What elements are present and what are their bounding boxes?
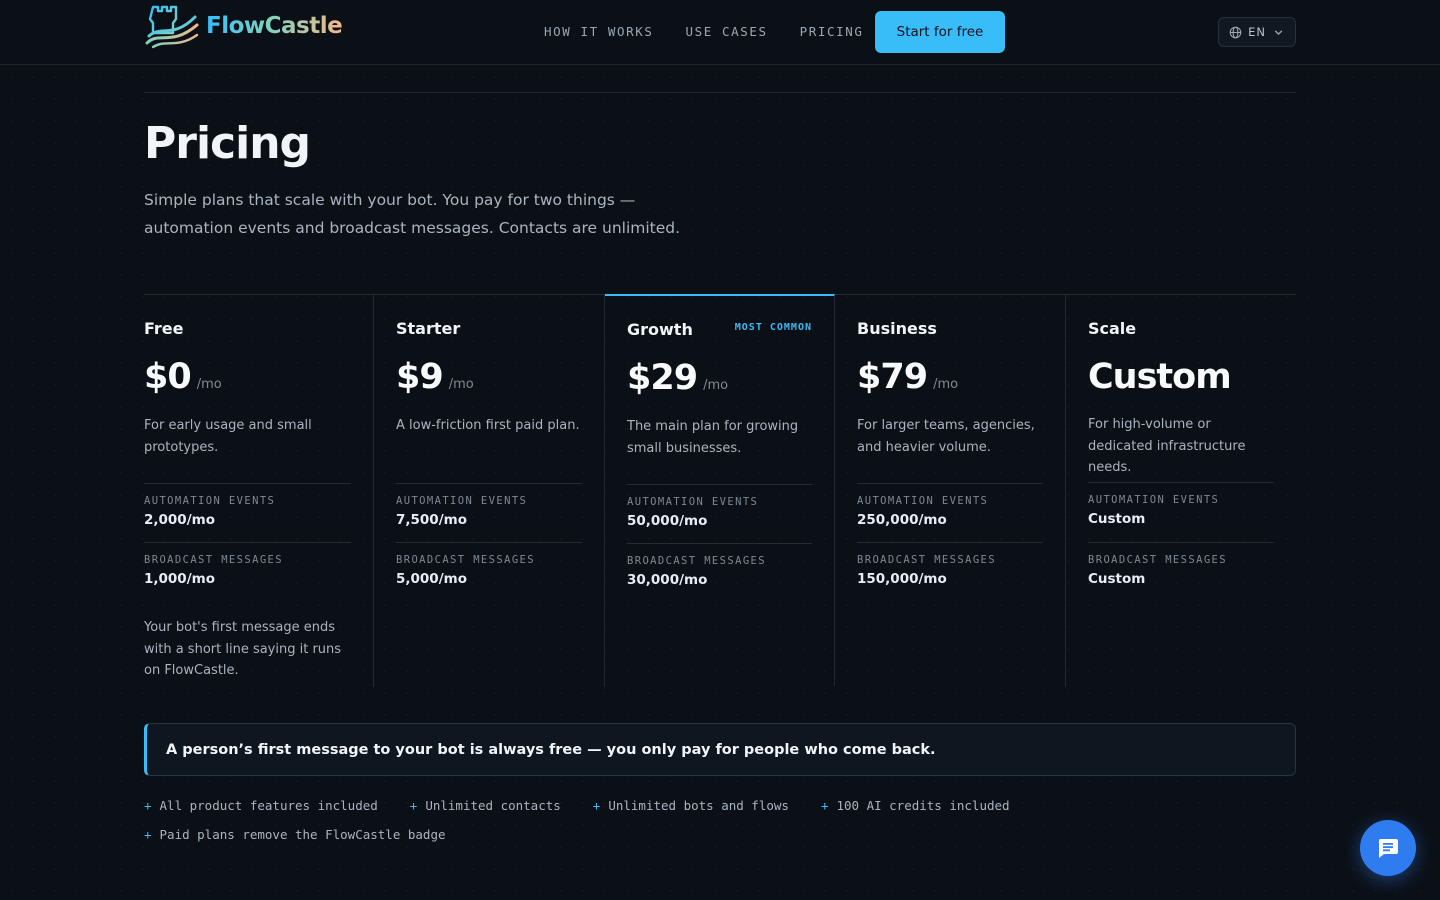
chat-bubble-icon [1378,839,1398,858]
metric-value: Custom [1088,511,1146,527]
plan-card-business: Business $79 /mo For larger teams, agenc… [835,295,1066,687]
price-period: /mo [196,377,222,392]
plan-name: Free [144,319,184,338]
metric-value: 150,000/mo [857,571,947,587]
metric-value: 50,000/mo [627,513,708,529]
page-subtitle: Simple plans that scale with your bot. Y… [144,191,681,237]
plan-card-starter: Starter $9 /mo A low-friction first paid… [374,295,605,687]
plan-price: $9 /mo [396,357,474,397]
metric-label: AUTOMATION EVENTS [857,495,989,507]
plan-price: $0 /mo [144,357,222,397]
plus-icon: + [592,798,601,813]
castle-logo-icon [145,5,199,49]
top-navigation-bar: FlowCastle HOW IT WORKS USE CASES PRICIN… [0,0,1440,65]
automation-events-metric: AUTOMATION EVENTS Custom [1088,482,1274,527]
plan-note: Your bot's first message ends with a sho… [144,620,342,678]
automation-events-metric: AUTOMATION EVENTS 7,500/mo [396,483,582,528]
plan-description: For high-volume or dedicated infrastruct… [1088,417,1246,475]
plus-icon: + [820,798,829,813]
metric-value: Custom [1088,571,1146,587]
plan-name: Growth [627,320,693,339]
main-nav: HOW IT WORKS USE CASES PRICING [544,24,864,39]
feature-item: + All product features included [144,797,378,814]
plan-description: For early usage and small prototypes. [144,418,312,455]
metric-value: 1,000/mo [144,571,215,587]
plus-icon: + [409,798,418,813]
feature-item: + Unlimited contacts [410,797,561,814]
included-features-list: + All product features included + Unlimi… [144,797,1044,843]
price-amount: $29 [627,358,698,398]
metric-label: BROADCAST MESSAGES [627,555,766,567]
plan-name: Starter [396,319,461,338]
nav-link-use-cases[interactable]: USE CASES [686,24,768,39]
chat-widget-button[interactable] [1360,820,1416,876]
brand-name: FlowCastle [206,13,343,39]
feature-label: Unlimited contacts [425,798,561,813]
plus-icon: + [144,798,152,813]
metric-value: 2,000/mo [144,512,215,528]
plan-price: $29 /mo [627,358,728,398]
metric-value: 30,000/mo [627,572,708,588]
broadcast-messages-metric: BROADCAST MESSAGES 5,000/mo [396,542,582,587]
automation-events-metric: AUTOMATION EVENTS 250,000/mo [857,483,1043,528]
metric-label: AUTOMATION EVENTS [144,495,276,507]
language-selector[interactable]: EN [1218,17,1296,47]
metric-value: 5,000/mo [396,571,467,587]
plan-card-free: Free $0 /mo For early usage and small pr… [144,295,374,687]
plus-icon: + [144,827,152,842]
metric-label: BROADCAST MESSAGES [396,554,535,566]
broadcast-messages-metric: BROADCAST MESSAGES Custom [1088,542,1274,587]
price-amount: $0 [144,357,192,397]
automation-events-metric: AUTOMATION EVENTS 50,000/mo [627,484,812,529]
feature-item: + 100 AI credits included [821,797,1010,814]
plan-name: Scale [1088,319,1137,338]
plan-price: $79 /mo [857,357,958,397]
metric-value: 250,000/mo [857,512,947,528]
section-divider [144,92,1296,93]
price-amount: $79 [857,357,928,397]
plan-description: A low-friction first paid plan. [396,418,580,433]
feature-label: Unlimited bots and flows [608,798,789,813]
pricing-plans: Free $0 /mo For early usage and small pr… [144,294,1296,687]
brand-logo[interactable]: FlowCastle [145,3,343,49]
plan-price: Custom [1088,357,1232,397]
metric-label: AUTOMATION EVENTS [396,495,528,507]
price-amount: Custom [1088,357,1232,397]
globe-icon [1229,26,1242,38]
nav-link-how-it-works[interactable]: HOW IT WORKS [544,24,654,39]
feature-label: 100 AI credits included [836,798,1010,813]
plan-name: Business [857,319,937,338]
language-label: EN [1248,25,1266,39]
price-period: /mo [703,378,729,393]
metric-label: BROADCAST MESSAGES [144,554,283,566]
feature-item: + Unlimited bots and flows [593,797,789,814]
price-amount: $9 [396,357,444,397]
most-common-badge: MOST COMMON [734,322,812,333]
broadcast-messages-metric: BROADCAST MESSAGES 1,000/mo [144,542,351,587]
metric-label: AUTOMATION EVENTS [627,496,759,508]
feature-label: All product features included [159,798,378,813]
nav-link-pricing[interactable]: PRICING [800,24,864,39]
plan-description: The main plan for growing small business… [627,419,799,456]
chevron-down-icon [1274,29,1283,35]
broadcast-messages-metric: BROADCAST MESSAGES 30,000/mo [627,543,812,588]
metric-value: 7,500/mo [396,512,467,528]
plan-description: For larger teams, agencies, and heavier … [857,418,1035,455]
metric-label: AUTOMATION EVENTS [1088,494,1220,506]
plan-card-growth: Growth MOST COMMON $29 /mo The main plan… [605,294,835,686]
price-period: /mo [933,377,959,392]
broadcast-messages-metric: BROADCAST MESSAGES 150,000/mo [857,542,1043,587]
free-first-message-callout: A person’s first message to your bot is … [144,723,1296,776]
price-period: /mo [448,377,474,392]
feature-label: Paid plans remove the FlowCastle badge [159,827,446,842]
metric-label: BROADCAST MESSAGES [857,554,996,566]
plan-card-scale: Scale Custom For high-volume or dedicate… [1066,295,1296,687]
automation-events-metric: AUTOMATION EVENTS 2,000/mo [144,483,351,528]
page-title: Pricing [144,118,311,169]
feature-item: + Paid plans remove the FlowCastle badge [144,826,1044,843]
metric-label: BROADCAST MESSAGES [1088,554,1227,566]
start-for-free-button[interactable]: Start for free [875,11,1005,53]
